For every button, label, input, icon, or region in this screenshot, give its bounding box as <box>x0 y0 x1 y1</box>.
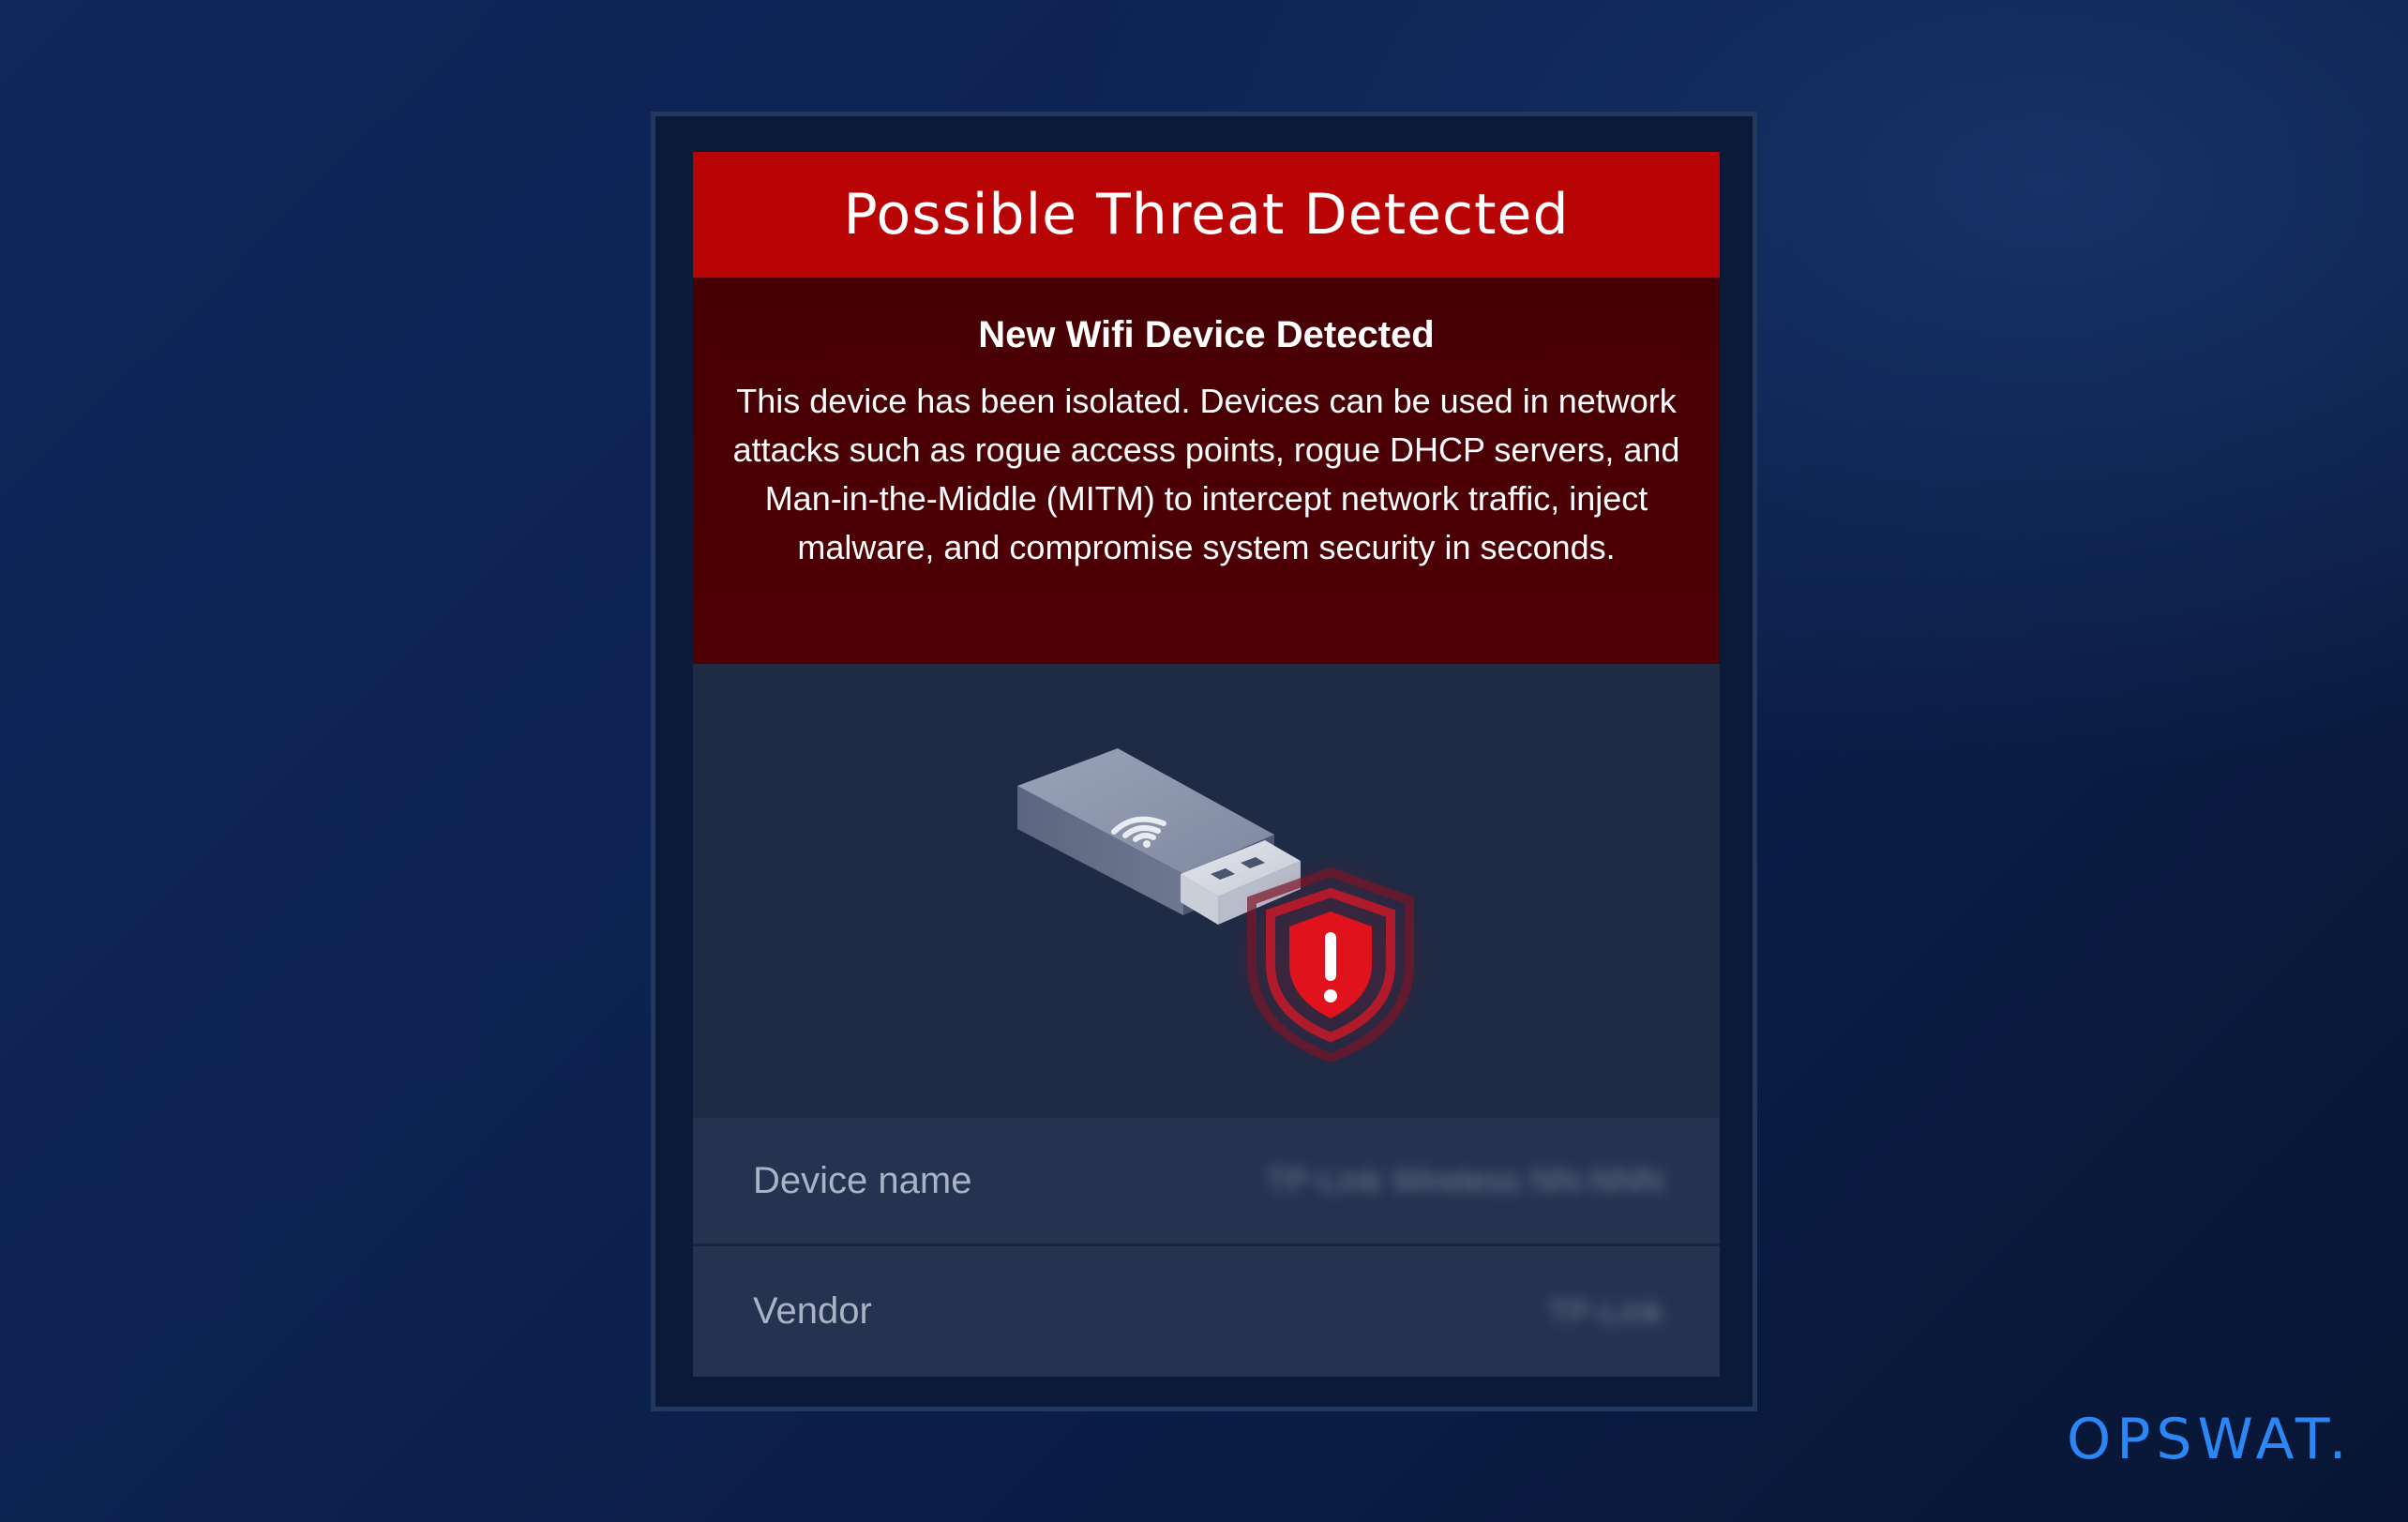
alert-message: New Wifi Device Detected This device has… <box>693 278 1720 664</box>
threat-alert-panel: Possible Threat Detected New Wifi Device… <box>693 152 1720 1377</box>
device-name-label: Device name <box>753 1159 972 1201</box>
vendor-row: Vendor TP-Link <box>693 1246 1720 1377</box>
vendor-value: TP-Link <box>1546 1291 1663 1331</box>
vendor-label: Vendor <box>753 1290 872 1332</box>
usb-wifi-adapter-icon <box>1017 748 1434 1063</box>
alert-subtitle: New Wifi Device Detected <box>978 314 1435 355</box>
device-illustration <box>693 664 1720 1118</box>
device-name-value: TP-Link Wireless NN-NNN <box>1265 1161 1663 1199</box>
threat-dialog-frame: Possible Threat Detected New Wifi Device… <box>651 112 1757 1411</box>
alert-description: This device has been isolated. Devices c… <box>732 382 1680 566</box>
device-name-row: Device name TP-Link Wireless NN-NNN <box>693 1118 1720 1243</box>
alert-title: Possible Threat Detected <box>843 182 1570 248</box>
alert-header: Possible Threat Detected <box>693 152 1720 278</box>
opswat-logo: OPSWAT. <box>2067 1407 2353 1472</box>
